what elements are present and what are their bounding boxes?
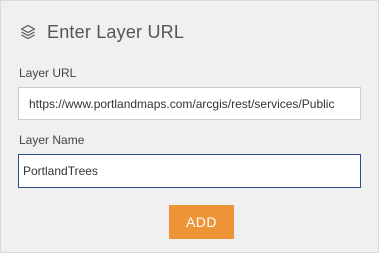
add-button[interactable]: ADD (169, 205, 234, 239)
layer-name-input[interactable] (18, 154, 361, 188)
add-layer-panel: Enter Layer URL Layer URL Layer Name ADD (0, 0, 379, 253)
layer-name-label: Layer Name (19, 133, 85, 147)
panel-title: Enter Layer URL (47, 21, 185, 42)
layers-icon (19, 23, 37, 41)
layer-url-input[interactable] (18, 87, 361, 120)
layer-url-label: Layer URL (19, 66, 77, 80)
panel-header: Enter Layer URL (19, 18, 184, 46)
